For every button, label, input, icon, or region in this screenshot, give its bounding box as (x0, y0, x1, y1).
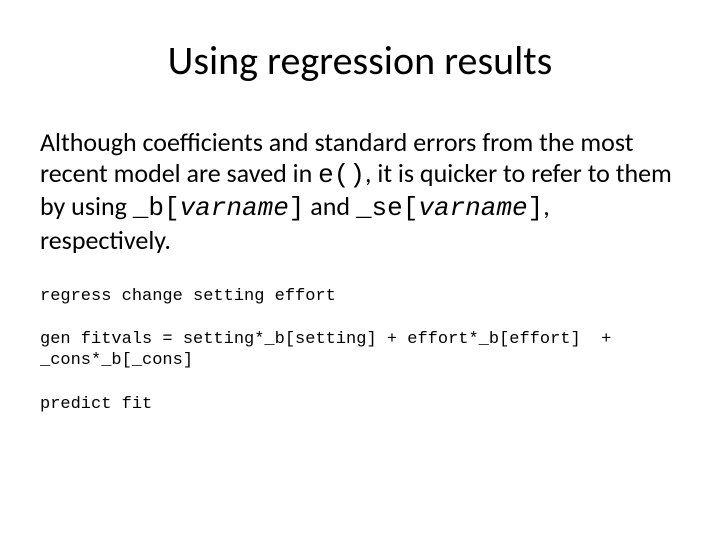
inline-code-se-close: ] (528, 193, 544, 223)
inline-varname: varname (180, 193, 289, 223)
inline-code-b-open: _b[ (133, 193, 180, 223)
code-line-regress: regress change setting effort (40, 286, 680, 307)
inline-varname: varname (418, 193, 527, 223)
body-paragraph: Although coefficients and standard error… (40, 127, 680, 256)
inline-code-b-close: ] (289, 193, 305, 223)
slide: Using regression results Although coeffi… (0, 0, 720, 540)
inline-code-e: e() (318, 160, 365, 190)
body-text: and (304, 190, 356, 222)
slide-title: Using regression results (40, 36, 680, 85)
inline-code-se-open: _se[ (356, 193, 418, 223)
code-line-gen: gen fitvals = setting*_b[setting] + effo… (40, 329, 680, 372)
code-line-predict: predict fit (40, 394, 680, 415)
